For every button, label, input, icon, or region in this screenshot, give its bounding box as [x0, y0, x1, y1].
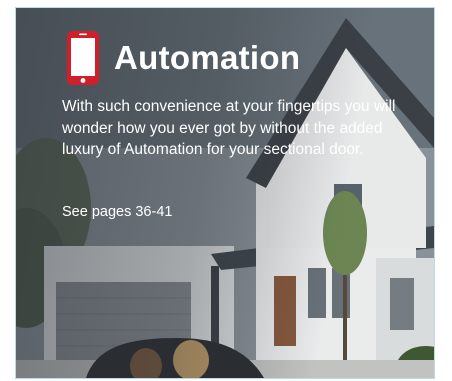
see-pages-reference: See pages 36-41 — [62, 204, 173, 220]
panel-header: Automation — [66, 30, 300, 86]
description-text: With such convenience at your fingertips… — [62, 98, 396, 158]
automation-card: Automation With such convenience at your… — [15, 7, 435, 379]
panel-title: Automation — [114, 39, 301, 76]
mobile-phone-icon — [67, 31, 99, 85]
panel-description: With such convenience at your fingertips… — [62, 96, 402, 161]
